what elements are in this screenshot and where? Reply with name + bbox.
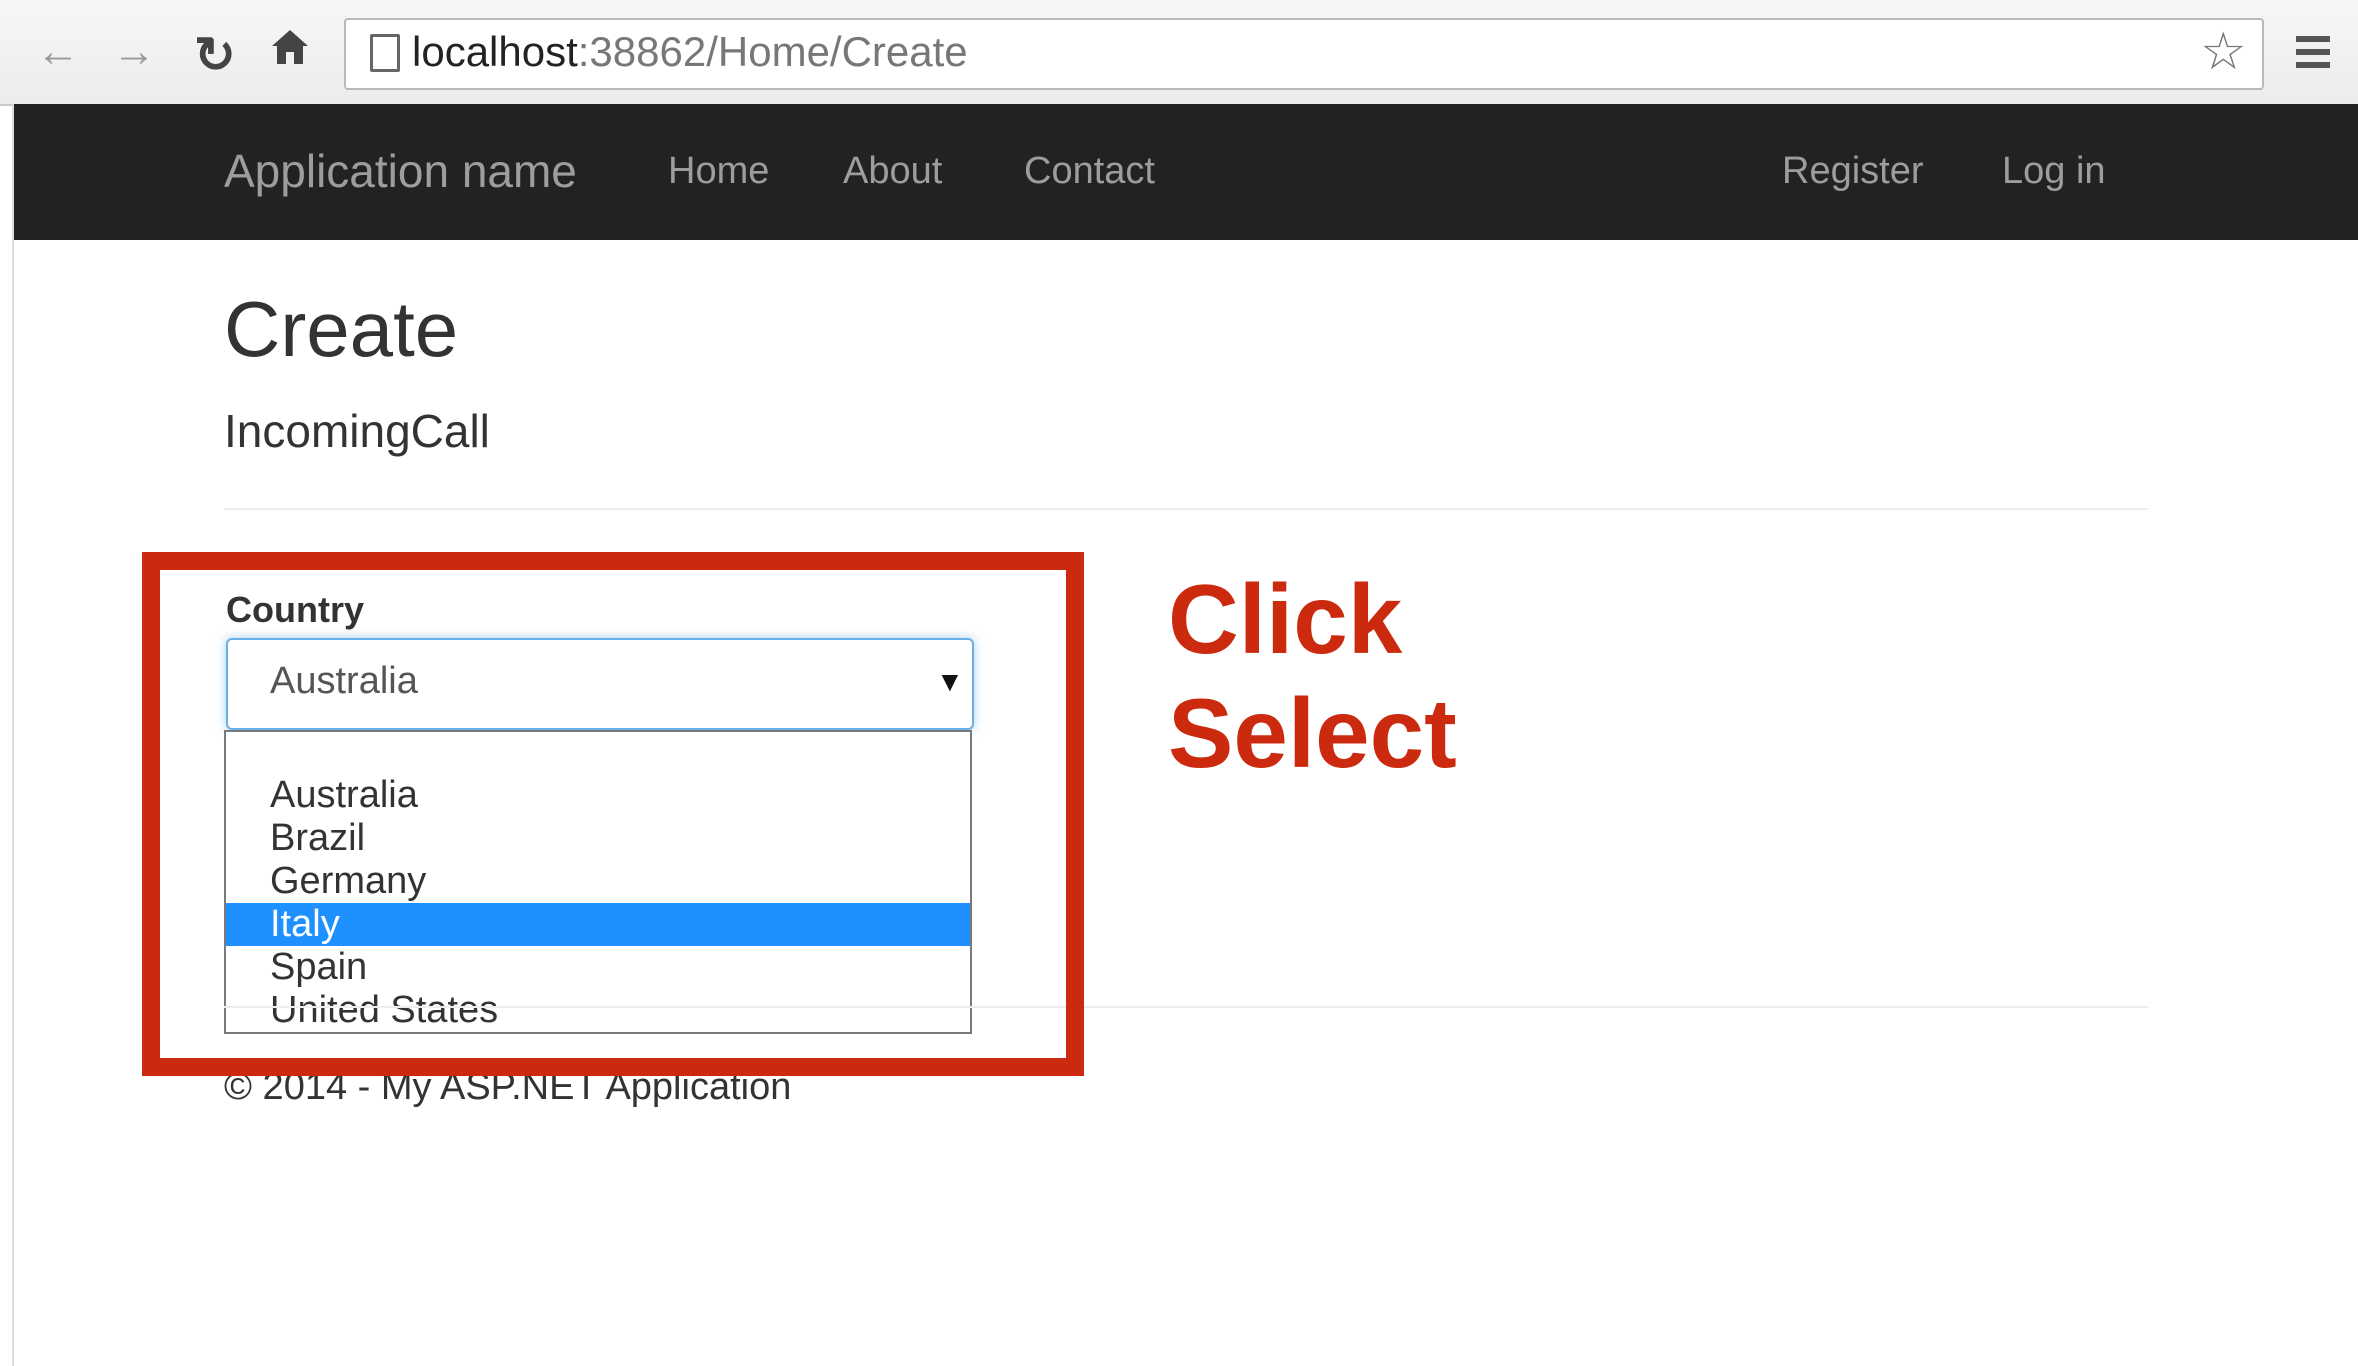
back-arrow-icon[interactable]: ← [36, 30, 80, 74]
page-icon [370, 34, 400, 72]
nav-link-contact[interactable]: Contact [1024, 152, 1155, 190]
nav-link-login[interactable]: Log in [2002, 152, 2106, 190]
divider [224, 508, 2148, 510]
url-host: localhost [412, 28, 578, 75]
hamburger-menu-icon[interactable] [2296, 36, 2330, 68]
page-title: Create [224, 285, 459, 373]
forward-arrow-icon[interactable]: → [112, 30, 156, 74]
nav-link-register[interactable]: Register [1782, 152, 1924, 190]
home-icon[interactable] [270, 28, 310, 71]
page-subtitle: IncomingCall [224, 405, 490, 457]
annotation-highlight-box [142, 552, 1084, 1076]
reload-icon[interactable]: ↻ [194, 26, 236, 84]
annotation-line-2: Select [1168, 678, 1457, 788]
bookmark-star-icon[interactable]: ☆ [2200, 26, 2247, 78]
url-text[interactable]: localhost:38862/Home/Create [412, 24, 968, 80]
annotation-line-1: Click [1168, 564, 1403, 674]
annotation-text: Click Select [1168, 562, 1457, 790]
nav-link-home[interactable]: Home [668, 152, 769, 190]
brand-link[interactable]: Application name [224, 148, 577, 194]
url-path: :38862/Home/Create [577, 28, 968, 75]
nav-link-about[interactable]: About [843, 152, 942, 190]
viewport-edge [12, 104, 14, 1366]
